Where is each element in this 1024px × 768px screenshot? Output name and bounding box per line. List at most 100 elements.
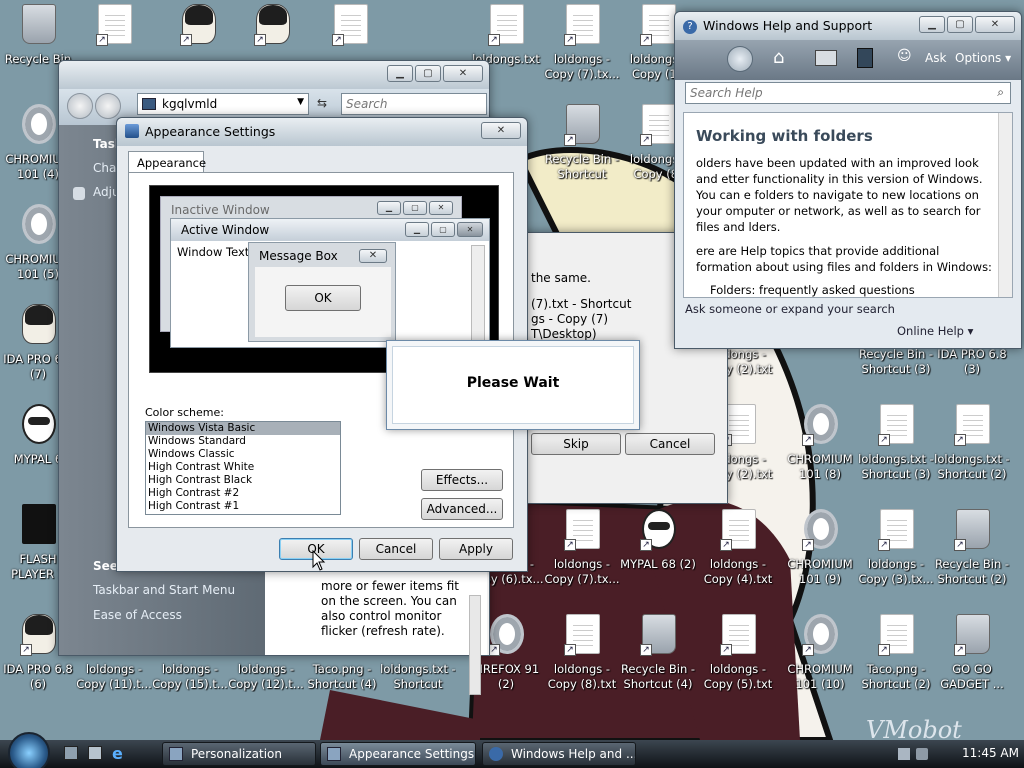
help-content: Working with folders olders have been up… <box>683 112 1013 298</box>
desktop-icon[interactable]: ↗ loldongs - Copy (5).txt <box>700 610 776 710</box>
maximize-button[interactable]: ▢ <box>415 65 441 82</box>
task-appearance-settings[interactable]: Appearance Settings <box>320 742 476 766</box>
back-button[interactable] <box>727 46 753 72</box>
desktop-icon[interactable]: ↗ loldongs - Copy (7).tx... <box>544 0 620 100</box>
desktop-icon[interactable]: ↗ loldongs.txt - Shortcut (2) <box>934 400 1010 500</box>
scrollbar[interactable] <box>469 595 481 695</box>
help-icon <box>489 747 503 761</box>
shortcut-arrow-icon: ↗ <box>640 644 652 656</box>
help-search-input[interactable]: Search Help ⌕ <box>685 82 1011 104</box>
desktop-icon-label: CHROMIUM 101 (9) <box>787 557 853 586</box>
help-para-2: ere are Help topics that provide additio… <box>696 244 992 274</box>
help-close-button[interactable]: ✕ <box>975 16 1015 33</box>
skip-button[interactable]: Skip <box>531 433 621 455</box>
color-scheme-option[interactable]: High Contrast #1 <box>146 500 340 513</box>
chevron-down-icon[interactable]: ▼ <box>297 97 304 107</box>
desktop-icon-label: loldongs - Copy (5).txt <box>703 662 773 691</box>
network-icon[interactable] <box>898 748 910 760</box>
desktop-icon[interactable]: ↗ CHROMIUM 101 (10) <box>782 610 858 710</box>
help-maximize-button[interactable]: ▢ <box>947 16 973 33</box>
start-button[interactable] <box>8 732 50 768</box>
online-help-button[interactable]: Online Help ▾ <box>897 324 973 338</box>
preview-message-title: Message Box <box>259 249 338 263</box>
shortcut-arrow-icon: ↗ <box>954 539 966 551</box>
tab-appearance[interactable]: Appearance <box>128 151 206 173</box>
shortcut-arrow-icon: ↗ <box>802 644 814 656</box>
search-icon[interactable]: ⌕ <box>997 85 1004 100</box>
help-minimize-button[interactable]: ▁ <box>919 16 945 33</box>
search-input[interactable]: Search <box>341 93 487 115</box>
close-button[interactable]: ✕ <box>443 65 483 82</box>
link-taskbar[interactable]: Taskbar and Start Menu <box>93 583 235 597</box>
print-icon[interactable] <box>815 50 837 66</box>
desktop-icon-label: IDA PRO 6.8 (6) <box>3 662 73 691</box>
preview-window-text: Window Text <box>177 245 250 259</box>
copy-line-2: gs - Copy (7) <box>531 312 609 326</box>
desktop-icon[interactable]: ↗ loldongs - Copy (8).txt <box>544 610 620 710</box>
task-personalization[interactable]: Personalization <box>162 742 316 766</box>
color-scheme-option[interactable]: Windows Vista Basic <box>146 422 340 435</box>
desktop-icon[interactable]: ↗ loldongs.txt - Shortcut (3) <box>858 400 934 500</box>
description-line: also control monitor <box>321 609 442 623</box>
desktop-icon[interactable]: ↗ loldongs - Copy (3).tx... <box>858 505 934 605</box>
personalization-titlebar[interactable]: ▁ ▢ ✕ <box>59 61 489 91</box>
internet-explorer-icon[interactable]: e <box>112 744 123 763</box>
desktop-icon-label: loldongs - Copy (12).t... <box>228 662 304 691</box>
desktop-icon[interactable]: ↗ CHROMIUM 101 (8) <box>782 400 858 500</box>
shortcut-arrow-icon: ↗ <box>640 134 652 146</box>
chrome-icon <box>22 104 56 144</box>
color-scheme-option[interactable]: High Contrast Black <box>146 474 340 487</box>
preview-active-close: ✕ <box>457 222 483 237</box>
help-scrollbar[interactable] <box>998 113 1012 297</box>
desktop-icon[interactable]: ↗ CHROMIUM 101 (9) <box>782 505 858 605</box>
preview-active-min: ▁ <box>405 222 429 237</box>
desktop-icon-label: loldongs - Copy (3).tx... <box>858 557 934 586</box>
help-link-folders-faq[interactable]: Folders: frequently asked questions <box>710 283 915 297</box>
color-scheme-label: Color scheme: <box>145 406 224 419</box>
color-scheme-option[interactable]: Windows Classic <box>146 448 340 461</box>
copy-cancel-button[interactable]: Cancel <box>625 433 715 455</box>
desktop-icon[interactable]: ↗ loldongs - Copy (7).tx... <box>544 505 620 605</box>
shortcut-arrow-icon: ↗ <box>564 134 576 146</box>
color-scheme-option[interactable]: High Contrast White <box>146 461 340 474</box>
desktop-icon-label: loldongs.txt - Shortcut (2) <box>934 452 1010 481</box>
desktop-icon[interactable]: ↗ Recycle Bin - Shortcut (4) <box>620 610 696 710</box>
desktop-icon[interactable]: ↗ GO GO GADGET ... <box>934 610 1010 710</box>
apply-button[interactable]: Apply <box>439 538 513 560</box>
help-window[interactable]: ? Windows Help and Support ▁ ▢ ✕ ⌂ ☺ Ask… <box>674 11 1022 349</box>
help-ask-bar[interactable]: Ask someone or expand your search <box>685 302 895 316</box>
ask-button[interactable]: Ask <box>925 51 946 65</box>
ask-icon: ☺ <box>897 48 912 64</box>
color-scheme-list[interactable]: Windows Vista Basic Windows Standard Windo… <box>145 421 341 515</box>
refresh-icon[interactable]: ⇆ <box>311 93 333 115</box>
advanced-button[interactable]: Advanced... <box>421 498 503 520</box>
desktop-icon[interactable]: ↗ Recycle Bin - Shortcut <box>544 100 620 200</box>
effects-button[interactable]: Effects... <box>421 469 503 491</box>
desktop-icon[interactable]: ↗ MYPAL 68 (2) <box>620 505 696 605</box>
color-scheme-option[interactable]: Windows Standard <box>146 435 340 448</box>
help-search-placeholder: Search Help <box>690 86 763 100</box>
color-scheme-option[interactable]: High Contrast #2 <box>146 487 340 500</box>
desktop-icon[interactable]: ↗ Taco.png - Shortcut (2) <box>858 610 934 710</box>
forward-button[interactable] <box>95 93 121 119</box>
home-icon[interactable]: ⌂ <box>773 48 795 68</box>
options-button[interactable]: Options ▾ <box>955 51 1011 65</box>
address-bar[interactable]: kgqlvmld ▼ <box>137 93 309 115</box>
switch-windows-icon[interactable] <box>88 746 102 760</box>
link-ease-of-access[interactable]: Ease of Access <box>93 608 182 622</box>
back-button[interactable] <box>67 93 93 119</box>
shortcut-arrow-icon: ↗ <box>954 434 966 446</box>
shield-icon <box>73 187 85 200</box>
desktop-icon[interactable]: ↗ loldongs - Copy (4).txt <box>700 505 776 605</box>
browse-help-icon[interactable] <box>857 48 873 68</box>
appearance-close-button[interactable]: ✕ <box>481 122 521 139</box>
show-desktop-icon[interactable] <box>64 746 78 760</box>
desktop-icon[interactable]: ↗ Recycle Bin - Shortcut (2) <box>934 505 1010 605</box>
minimize-button[interactable]: ▁ <box>387 65 413 82</box>
clock[interactable]: 11:45 AM <box>962 746 1019 760</box>
appearance-titlebar[interactable]: Appearance Settings ✕ <box>117 118 527 146</box>
help-titlebar[interactable]: ? Windows Help and Support ▁ ▢ ✕ <box>675 12 1021 40</box>
cancel-button[interactable]: Cancel <box>359 538 433 560</box>
task-help[interactable]: Windows Help and ... <box>482 742 636 766</box>
volume-icon[interactable] <box>916 748 928 760</box>
